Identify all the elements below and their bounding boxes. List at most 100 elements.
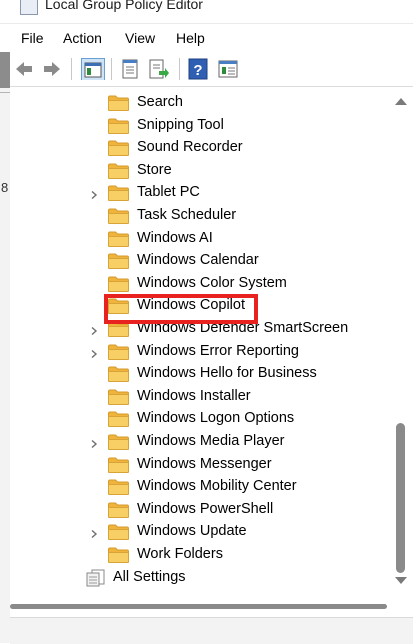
tree-item[interactable]: Windows Installer — [10, 386, 390, 408]
tree-item-label: Windows Hello for Business — [137, 365, 317, 382]
status-area — [10, 617, 413, 644]
tree-item[interactable]: Windows PowerShell — [10, 499, 390, 521]
background-window-text: 8 — [1, 180, 9, 195]
tree-item[interactable]: Windows Color System — [10, 273, 390, 295]
folder-icon — [108, 457, 129, 473]
vertical-scrollbar[interactable] — [391, 87, 413, 597]
tree-item-label: Sound Recorder — [137, 139, 243, 156]
folder-icon — [108, 163, 129, 179]
all-settings-icon — [86, 569, 106, 592]
menu-file[interactable]: File — [21, 30, 44, 46]
group-policy-app-icon — [20, 0, 38, 15]
tree-item-label: Windows Logon Options — [137, 410, 295, 427]
show-hide-console-tree-icon[interactable] — [81, 58, 105, 80]
tree-item-all-settings[interactable]: All Settings — [10, 567, 390, 589]
tree-item[interactable]: Store — [10, 160, 390, 182]
tree-item[interactable]: Windows Messenger — [10, 454, 390, 476]
console-tree[interactable]: Search Snipping Tool Sound Recorder Store Ta… — [10, 87, 413, 618]
tree-item[interactable]: Windows Calendar — [10, 250, 390, 272]
properties-icon[interactable] — [120, 58, 140, 80]
tree-item[interactable]: Windows Media Player — [10, 431, 390, 453]
chevron-right-icon[interactable] — [89, 346, 99, 358]
folder-icon — [108, 140, 129, 157]
forward-arrow-icon[interactable] — [42, 58, 62, 80]
tree-item-label: Search — [137, 94, 183, 110]
toolbar-separator — [71, 58, 72, 80]
tree-item[interactable]: Windows Logon Options — [10, 408, 390, 430]
folder-icon — [108, 321, 129, 337]
tree-item-label: Windows Error Reporting — [137, 342, 299, 359]
tree-item[interactable]: Windows AI — [10, 228, 390, 250]
folder-icon — [108, 366, 129, 383]
tree-item[interactable]: Windows Defender SmartScreen — [10, 318, 390, 340]
tree-item-label: Windows PowerShell — [137, 500, 274, 517]
tree-item-label: Work Folders — [137, 546, 223, 562]
folder-icon — [108, 434, 129, 450]
toolbar-separator — [179, 58, 180, 80]
menu-view[interactable]: View — [125, 30, 155, 46]
tree-item[interactable]: Windows Copilot — [10, 295, 390, 317]
menu-help[interactable]: Help — [176, 30, 205, 46]
tree-item[interactable]: Task Scheduler — [10, 205, 390, 227]
horizontal-scroll-thumb[interactable] — [10, 604, 387, 609]
folder-icon — [108, 208, 129, 224]
folder-icon — [108, 479, 129, 496]
folder-icon — [108, 502, 129, 518]
chevron-right-icon[interactable] — [89, 436, 99, 449]
tree-item[interactable]: Work Folders — [10, 544, 390, 566]
tree-item-label: Windows Mobility Center — [137, 478, 297, 495]
tree-item-label: Windows Installer — [137, 387, 251, 404]
tree-item-label: Snipping Tool — [137, 116, 224, 133]
export-list-icon[interactable] — [148, 58, 170, 80]
folder-icon — [108, 547, 129, 563]
menu-bar: File Action View Help — [0, 24, 413, 53]
title-bar: Local Group Policy Editor — [0, 0, 413, 24]
chevron-right-icon[interactable] — [89, 526, 99, 539]
tree-item[interactable]: Windows Update — [10, 521, 390, 543]
background-window-toolbar — [0, 52, 10, 88]
tree-item-label: Windows Color System — [137, 274, 287, 291]
folder-icon — [108, 253, 129, 270]
background-window-divider — [0, 92, 10, 93]
folder-icon — [108, 411, 129, 428]
folder-icon — [108, 231, 129, 247]
tree-item-label: Tablet PC — [137, 184, 200, 201]
tree-item-label: Windows Defender SmartScreen — [137, 320, 349, 336]
scroll-down-arrow-icon[interactable] — [395, 577, 407, 584]
folder-icon — [108, 344, 129, 360]
folder-icon — [108, 118, 129, 134]
folder-icon — [108, 389, 129, 405]
tree-item[interactable]: Sound Recorder — [10, 137, 390, 159]
tree-item[interactable]: Windows Error Reporting — [10, 341, 390, 363]
tree-item-label: All Settings — [113, 568, 186, 585]
toolbar-separator — [111, 58, 112, 80]
view-options-icon[interactable] — [217, 58, 239, 80]
folder-icon — [108, 185, 129, 202]
horizontal-scrollbar[interactable] — [10, 597, 391, 617]
tree-item[interactable]: Windows Hello for Business — [10, 363, 390, 385]
back-arrow-icon[interactable] — [14, 58, 34, 80]
help-icon[interactable]: ? — [188, 58, 208, 80]
menu-action[interactable]: Action — [63, 30, 102, 46]
folder-icon — [108, 276, 129, 292]
vertical-scroll-thumb[interactable] — [396, 423, 405, 573]
tree-item-label: Windows Copilot — [137, 297, 245, 314]
chevron-right-icon[interactable] — [89, 187, 99, 200]
svg-text:?: ? — [193, 62, 202, 79]
scroll-up-arrow-icon[interactable] — [395, 98, 407, 105]
chevron-right-icon[interactable] — [89, 323, 99, 336]
tree-item-label: Windows AI — [137, 229, 213, 246]
tree-item[interactable]: Snipping Tool — [10, 115, 390, 137]
toolbar: ? — [10, 53, 413, 87]
tree-item[interactable]: Search — [10, 92, 390, 114]
tree-item-label: Windows Media Player — [137, 433, 285, 449]
window-title: Local Group Policy Editor — [45, 0, 203, 12]
tree-item-label: Windows Calendar — [137, 252, 259, 269]
tree-item-label: Windows Update — [137, 523, 247, 540]
folder-icon — [108, 524, 129, 541]
tree-item[interactable]: Windows Mobility Center — [10, 476, 390, 498]
tree-item[interactable]: Tablet PC — [10, 182, 390, 204]
tree-item-label: Task Scheduler — [137, 207, 237, 223]
folder-icon — [108, 298, 129, 315]
tree-item-label: Windows Messenger — [137, 455, 272, 472]
